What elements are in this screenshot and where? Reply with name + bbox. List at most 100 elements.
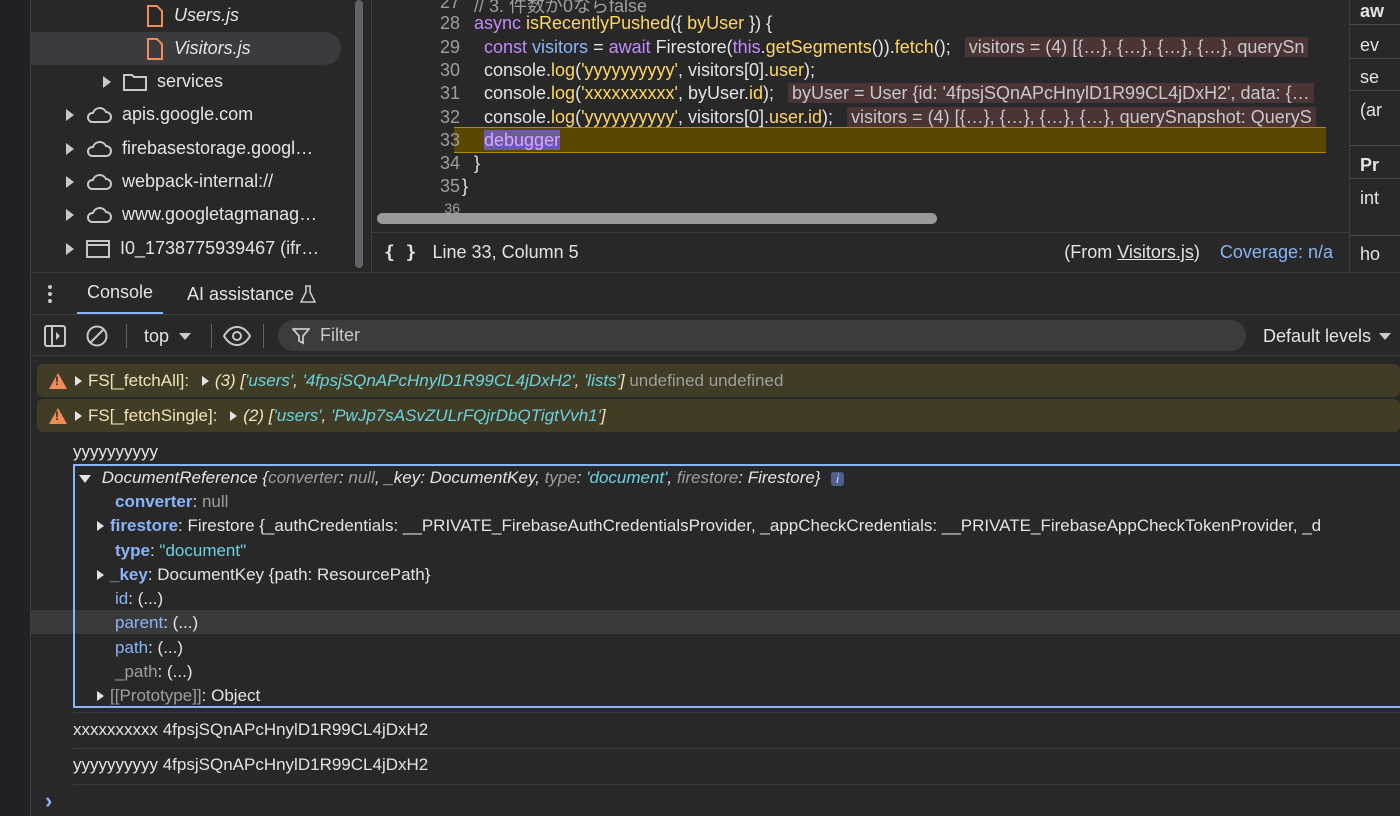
file-label: Visitors.js [174,38,251,58]
panel-item: se [1360,67,1380,87]
object-inspector[interactable]: DocumentReference {converter: null, _key… [73,464,1400,708]
line-number: 31 [439,83,460,103]
editor-status-bar: { } Line 33, Column 5 (From Visitors.js)… [371,232,1349,272]
expand-arrow-icon[interactable] [66,175,74,188]
panel-item: aw [1360,1,1385,21]
tab-ai-assistance[interactable]: AI assistance [187,273,317,315]
folder-label: services [157,71,224,91]
warning-icon [49,372,67,389]
expand-arrow-icon[interactable] [75,375,82,386]
expand-arrow-icon[interactable] [66,208,74,221]
file-tree-item[interactable]: webpack-internal:// [31,165,341,198]
source-origin: (From Visitors.js) [1064,242,1200,262]
object-property[interactable]: firestore: Firestore {_authCredentials: … [97,516,1321,536]
debugger-sidebar: aw ev se (ar Pr int ho [1349,0,1400,272]
filter-input[interactable]: Filter [278,320,1246,351]
expand-arrow-icon[interactable] [66,108,74,121]
expand-arrow-icon[interactable] [103,75,111,88]
line-number: 28 [439,13,460,33]
domain-label: webpack-internal:// [122,171,274,191]
line-number: 29 [439,37,460,57]
file-tree-item[interactable]: I0_1738775939467 (ifr… [31,232,341,265]
console-log-line: yyyyyyyyyy [73,442,158,461]
expand-arrow-icon[interactable] [97,691,104,701]
expand-arrow-icon[interactable] [97,570,104,580]
expand-arrow-icon[interactable] [201,375,209,386]
flask-icon [300,285,317,303]
file-tree-item[interactable]: www.googletagmanag… [31,198,341,231]
frame-icon [86,239,110,258]
eye-icon[interactable] [223,326,251,346]
code-line: console.log('yyyyyyyyyy', visitors[0].us… [484,107,1316,128]
console-warning[interactable]: FS[_fetchAll]: (3) ['users', '4fpsjSQnAP… [37,364,1400,397]
coverage-label[interactable]: Coverage: n/a [1220,242,1333,263]
clear-console-icon[interactable] [86,325,108,347]
filter-icon [292,327,310,344]
source-file-link[interactable]: Visitors.js [1117,242,1194,262]
line-number: 33 [439,130,460,150]
file-tree-item[interactable]: apis.google.com [31,98,341,131]
format-braces-icon[interactable]: { } [384,242,417,263]
panel-item: int [1360,188,1380,208]
debugger-paused-line [454,127,1326,153]
cloud-icon [86,173,112,190]
line-number: 32 [439,107,460,127]
object-getter[interactable]: id: (...) [115,589,163,609]
horizontal-scrollbar[interactable] [377,213,937,224]
code-editor[interactable]: 27 // 3. 件数が0ならfalse 28 async isRecently… [371,0,1326,232]
file-tree-item[interactable]: Users.js [31,0,341,32]
object-getter[interactable]: parent: (...) [115,613,198,633]
console-prompt-icon[interactable]: › [45,788,52,814]
code-line: } [462,176,469,196]
console-output[interactable]: FS[_fetchAll]: (3) ['users', '4fpsjSQnAP… [31,356,1400,816]
panel-item: ev [1360,35,1380,55]
collapse-arrow-icon[interactable] [79,475,91,483]
console-toolbar: top Filter Default levels [31,314,1400,356]
info-icon[interactable]: i [831,472,844,486]
folder-icon [123,73,147,91]
file-tree-item[interactable]: services [31,65,341,98]
file-tree: Users.js Visitors.js services apis.googl… [31,0,351,272]
object-property: type: "document" [115,541,247,560]
console-warning[interactable]: FS[_fetchSingle]: (2) ['users', 'PwJp7sA… [37,399,1400,432]
file-label: Users.js [174,5,240,25]
console-log-line: xxxxxxxxxx 4fpsjSQnAPcHnylD1R99CL4jDxH2 [73,720,429,739]
object-getter[interactable]: path: (...) [115,638,183,658]
file-tree-item-selected[interactable]: Visitors.js [31,32,341,65]
expand-arrow-icon[interactable] [75,410,82,421]
panel-section-header[interactable]: Pr [1360,155,1379,176]
sources-panel: Users.js Visitors.js services apis.googl… [31,0,1400,272]
file-icon [147,4,163,27]
inline-value: visitors = (4) [{…}, {…}, {…}, {…}, quer… [847,107,1316,127]
expand-arrow-icon[interactable] [230,410,238,421]
code-line: async isRecentlyPushed({ byUser }) { [474,13,773,33]
sidebar-toggle-icon[interactable] [44,325,66,347]
drawer-menu-icon[interactable] [47,273,53,315]
drawer-tab-bar: Console AI assistance [31,272,1400,315]
domain-label: www.googletagmanag… [122,204,318,224]
object-header[interactable]: DocumentReference {converter: null, _key… [79,468,844,488]
left-gutter [0,0,31,816]
file-tree-item[interactable]: firebasestorage.googl… [31,132,341,165]
cloud-icon [86,206,112,223]
cloud-icon [86,140,112,157]
file-tree-scrollbar[interactable] [353,0,365,268]
file-icon [147,37,163,60]
inline-value: byUser = User {id: '4fpsjSQnAPcHnylD1R99… [788,83,1314,103]
tab-console[interactable]: Console [77,273,164,315]
object-getter[interactable]: _path: (...) [115,662,193,682]
expand-arrow-icon[interactable] [66,142,74,155]
log-levels-dropdown[interactable]: Default levels [1263,315,1392,357]
panel-item: (ar [1360,100,1382,120]
expand-arrow-icon[interactable] [66,242,74,255]
object-property[interactable]: _key: DocumentKey {path: ResourcePath} [97,565,430,585]
context-selector[interactable]: top [144,315,192,357]
cloud-icon [86,106,112,123]
domain-label: apis.google.com [122,104,254,124]
expand-arrow-icon[interactable] [97,521,104,531]
code-line: } [474,153,481,173]
panel-item: ho [1360,244,1381,264]
object-prototype[interactable]: [[Prototype]]: Object [97,686,260,706]
frame-label: I0_1738775939467 (ifr… [120,238,320,258]
code-line: debugger [484,130,561,150]
